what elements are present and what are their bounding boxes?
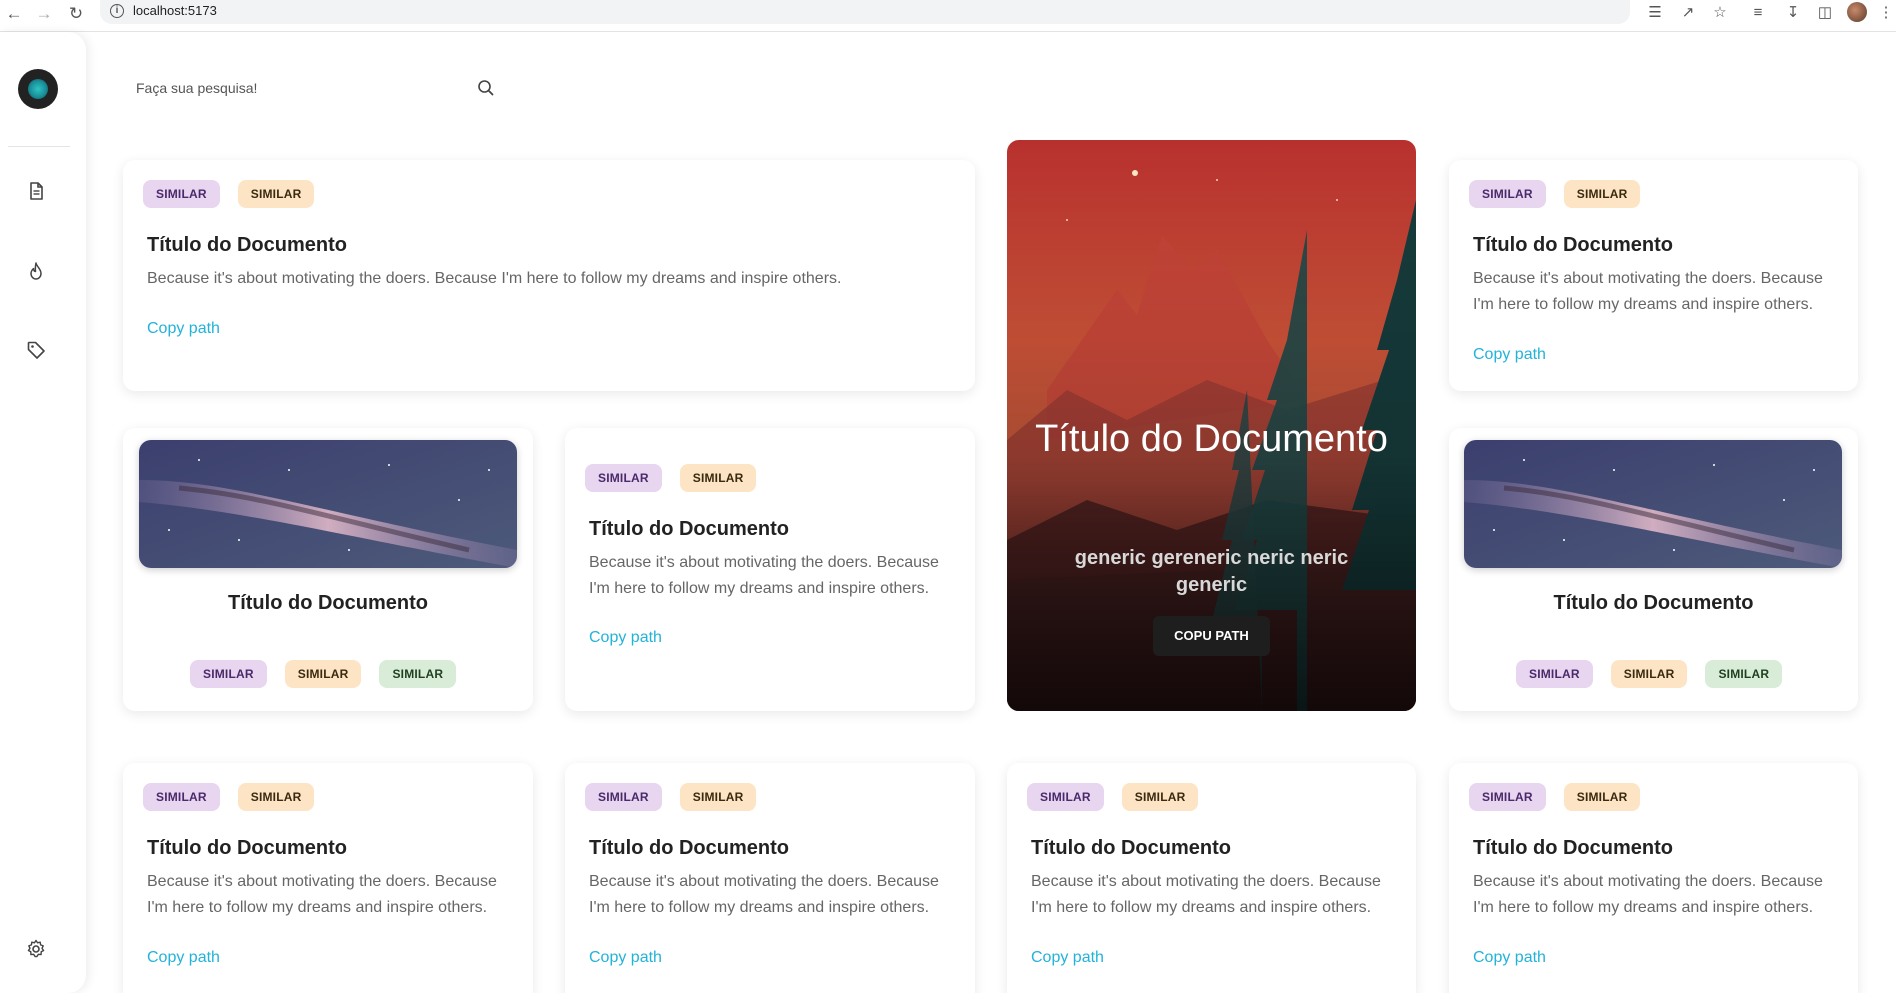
document-card[interactable]: SIMILAR SIMILAR Título do Documento Beca… [123,160,975,391]
card-title: Título do Documento [147,234,347,256]
copy-path-link[interactable]: Copy path [147,949,220,967]
similar-badge: SIMILAR [1705,660,1783,688]
badge-group: SIMILAR SIMILAR [1469,783,1641,811]
document-card[interactable]: SIMILAR SIMILAR Título do Documento Beca… [1449,160,1858,391]
badge-group: SIMILAR SIMILAR [143,180,315,208]
badge-group: SIMILAR SIMILAR [585,464,757,492]
copy-path-button[interactable]: COPU PATH [1153,616,1270,656]
badge-group: SIMILAR SIMILAR [143,783,315,811]
card-description: Because it's about motivating the doers.… [1473,873,1823,916]
card-description: Because it's about motivating the doers.… [589,554,939,597]
featured-subtitle: generic gereneric neric neric generic [1074,547,1349,596]
address-url[interactable]: localhost:5173 [133,3,217,18]
badge-group: SIMILAR SIMILAR [585,783,757,811]
similar-badge: SIMILAR [143,783,220,811]
card-title: Título do Documento [1553,592,1754,614]
document-card[interactable]: SIMILAR SIMILAR Título do Documento Beca… [565,428,975,711]
search-input[interactable] [124,70,474,106]
card-title: Título do Documento [1473,234,1673,256]
back-icon[interactable]: ← [2,2,26,26]
address-bar[interactable] [100,0,1630,24]
similar-badge: SIMILAR [237,180,315,208]
card-description: Because it's about motivating the doers.… [589,873,939,916]
site-info-icon[interactable]: i [110,4,124,18]
similar-badge: SIMILAR [1469,783,1546,811]
similar-badge: SIMILAR [1121,783,1199,811]
copy-path-link[interactable]: Copy path [589,629,662,647]
search-bar [124,70,504,106]
similar-badge: SIMILAR [379,660,457,688]
gear-icon [27,939,45,958]
featured-document-card[interactable]: Título do Documento generic gereneric ne… [1007,140,1416,711]
similar-badge: SIMILAR [143,180,220,208]
similar-badge: SIMILAR [1027,783,1104,811]
reload-icon[interactable]: ↻ [64,2,88,26]
profile-avatar[interactable] [1847,2,1867,22]
similar-badge: SIMILAR [1469,180,1546,208]
tag-icon [27,341,45,359]
reading-list-icon[interactable]: ≡ [1748,3,1768,23]
copy-path-link[interactable]: Copy path [1473,346,1546,364]
share-icon[interactable]: ↗ [1678,3,1698,23]
sidebar-item-trending[interactable] [24,259,48,283]
badge-group: SIMILAR SIMILAR [1469,180,1641,208]
card-title: Título do Documento [589,518,789,540]
document-card[interactable]: SIMILAR SIMILAR Título do Documento Beca… [123,763,533,993]
badge-group: SIMILAR SIMILAR SIMILAR [1516,660,1783,688]
copy-path-link[interactable]: Copy path [147,320,220,338]
flame-icon [30,262,42,280]
similar-badge: SIMILAR [1563,783,1641,811]
card-description: Because it's about motivating the doers.… [147,270,842,287]
copy-path-link[interactable]: Copy path [1473,949,1546,967]
sidebar-item-documents[interactable] [24,179,48,203]
similar-badge: SIMILAR [1563,180,1641,208]
document-card[interactable]: SIMILAR SIMILAR Título do Documento Beca… [565,763,975,993]
document-card[interactable]: SIMILAR SIMILAR Título do Documento Beca… [1449,763,1858,993]
copy-path-link[interactable]: Copy path [1031,949,1104,967]
card-description: Because it's about motivating the doers.… [147,873,497,916]
logo-mark [28,79,48,99]
copy-path-link[interactable]: Copy path [589,949,662,967]
similar-badge: SIMILAR [284,660,362,688]
card-description: Because it's about motivating the doers.… [1031,873,1381,916]
similar-badge: SIMILAR [190,660,267,688]
star-icon[interactable]: ☆ [1710,3,1730,23]
app-logo[interactable] [18,69,58,109]
similar-badge: SIMILAR [679,783,757,811]
card-title: Título do Documento [228,592,428,614]
sidebar-item-tags[interactable] [24,338,48,362]
document-card[interactable]: SIMILAR SIMILAR Título do Documento Beca… [1007,763,1416,993]
download-icon[interactable]: ↧ [1783,3,1803,23]
menu-icon[interactable]: ⋮ [1876,3,1896,23]
card-title: Título do Documento [1473,837,1673,859]
sidebar [0,32,86,993]
badge-group: SIMILAR SIMILAR [1027,783,1199,811]
card-title: Título do Documento [1031,837,1231,859]
galaxy-image [139,440,517,568]
search-icon[interactable] [476,78,496,98]
galaxy-image [1464,440,1842,568]
translate-icon[interactable]: ☰ [1645,3,1665,23]
browser-toolbar: ← → ↻ i localhost:5173 ☰ ↗ ☆ ≡ ↧ ◫ ⋮ [0,0,1896,32]
similar-badge: SIMILAR [679,464,757,492]
similar-badge: SIMILAR [585,783,662,811]
badge-group: SIMILAR SIMILAR SIMILAR [190,660,457,688]
image-document-card[interactable]: Título do Documento SIMILAR SIMILAR SIMI… [123,428,533,711]
similar-badge: SIMILAR [585,464,662,492]
document-icon [30,182,43,200]
card-title: Título do Documento [147,837,347,859]
sidebar-item-settings[interactable] [24,937,48,961]
similar-badge: SIMILAR [237,783,315,811]
side-panel-icon[interactable]: ◫ [1815,3,1835,23]
similar-badge: SIMILAR [1516,660,1593,688]
card-title: Título do Documento [589,837,789,859]
similar-badge: SIMILAR [1610,660,1688,688]
featured-title: Título do Documento [1035,418,1388,460]
sidebar-divider [8,146,70,147]
card-description: Because it's about motivating the doers.… [1473,270,1823,313]
image-document-card[interactable]: Título do Documento SIMILAR SIMILAR SIMI… [1449,428,1858,711]
forward-icon[interactable]: → [32,2,56,26]
